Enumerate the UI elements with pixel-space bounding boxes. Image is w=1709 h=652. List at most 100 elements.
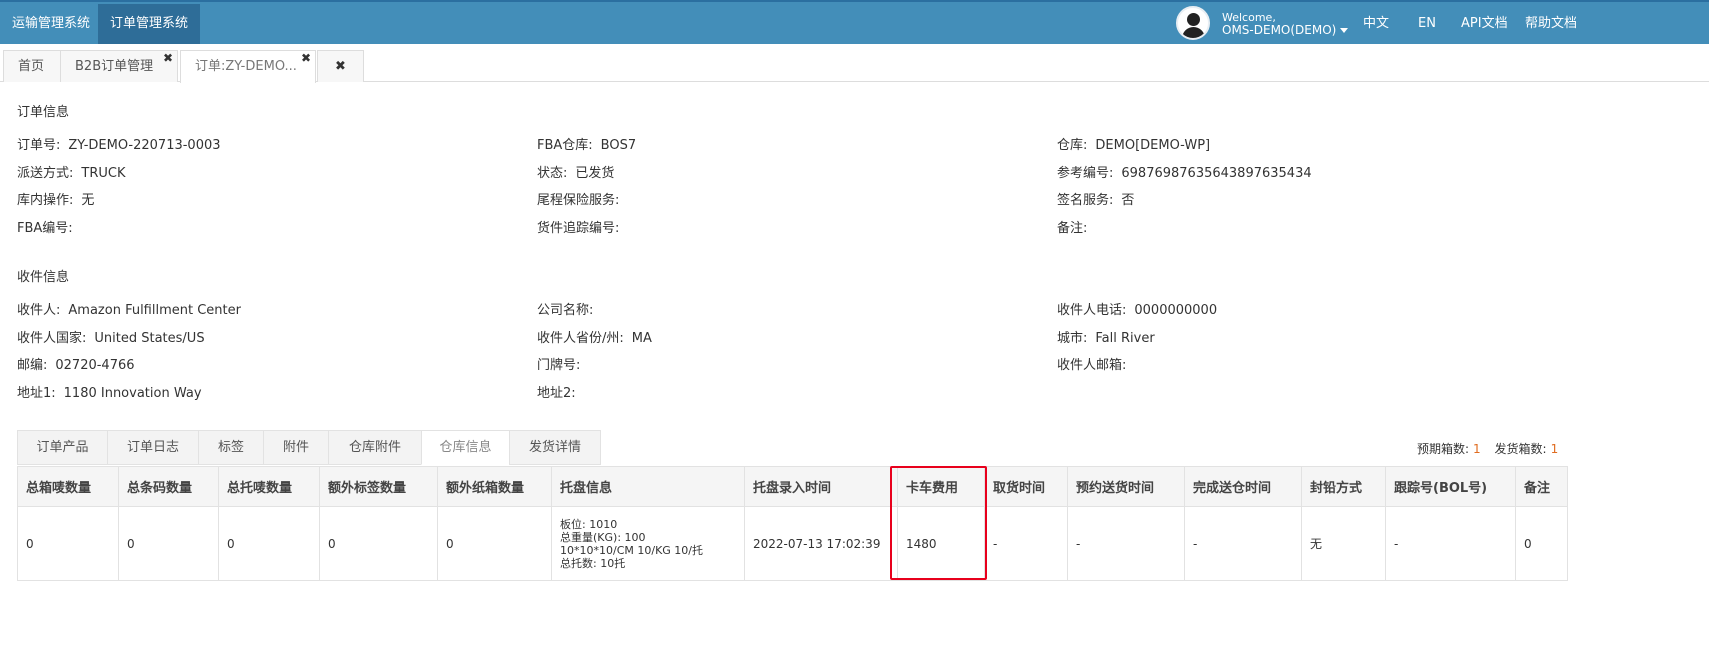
col-seal-method: 封铅方式 xyxy=(1301,466,1386,507)
nav-transport-system[interactable]: 运输管理系统 xyxy=(0,4,102,44)
field-receiver-phone: 收件人电话: 0000000000 xyxy=(1057,299,1217,318)
table-row: 0 0 0 0 0 板位: 1010 总重量(KG): 100 10*10*10… xyxy=(17,506,1568,581)
field-label: 门牌号: xyxy=(537,358,581,373)
field-house-number: 门牌号: xyxy=(537,354,588,373)
box-counts: 预期箱数: 1 发货箱数: 1 xyxy=(1417,440,1558,457)
close-icon[interactable]: ✖ xyxy=(163,42,173,74)
field-receiver-email: 收件人邮箱: xyxy=(1057,354,1134,373)
tab-labels[interactable]: 标签 xyxy=(198,430,264,465)
field-value: MA xyxy=(631,331,652,346)
field-value: 1180 Innovation Way xyxy=(63,386,202,401)
field-signature-service: 签名服务: 否 xyxy=(1057,189,1134,208)
field-value: Amazon Fulfillment Center xyxy=(68,303,241,318)
warehouse-info-table: 总箱唛数量 总条码数量 总托唛数量 额外标签数量 额外纸箱数量 托盘信息 托盘录… xyxy=(17,466,1568,581)
order-info-title: 订单信息 xyxy=(17,105,70,120)
field-label: 收件人国家: xyxy=(17,331,87,346)
field-label: 收件人电话: xyxy=(1057,303,1127,318)
lang-en-link[interactable]: EN xyxy=(1418,4,1436,44)
col-pallet-info: 托盘信息 xyxy=(551,466,745,507)
tab-order-detail-label: 订单:ZY-DEMO... xyxy=(195,59,297,74)
pallet-total-weight: 总重量(KG): 100 xyxy=(560,530,646,544)
col-pickup-time: 取货时间 xyxy=(984,466,1068,507)
field-reference-number: 参考编号: 69876987635643897635434 xyxy=(1057,162,1312,181)
field-last-mile-insurance: 尾程保险服务: xyxy=(537,189,627,208)
field-remark: 备注: xyxy=(1057,217,1095,236)
nav-order-system[interactable]: 订单管理系统 xyxy=(98,4,201,44)
tab-attachments[interactable]: 附件 xyxy=(263,430,329,465)
cell-total-box-marks: 0 xyxy=(17,506,119,581)
cell-extra-cartons: 0 xyxy=(437,506,552,581)
shipped-boxes-value: 1 xyxy=(1550,442,1559,456)
field-label: FBA编号: xyxy=(17,221,73,236)
field-value: 无 xyxy=(81,193,95,208)
api-doc-link[interactable]: API文档 xyxy=(1461,4,1508,44)
close-icon: ✖ xyxy=(335,59,346,74)
tab-order-products[interactable]: 订单产品 xyxy=(17,430,108,465)
field-label: 货件追踪编号: xyxy=(537,221,620,236)
field-value: BOS7 xyxy=(600,138,637,153)
field-label: 库内操作: xyxy=(17,193,74,208)
pallet-position: 板位: 1010 xyxy=(560,517,618,531)
tab-b2b-orders[interactable]: B2B订单管理 ✖ xyxy=(60,50,178,82)
col-pallet-entry-time: 托盘录入时间 xyxy=(744,466,898,507)
field-label: 尾程保险服务: xyxy=(537,193,620,208)
table-header-row: 总箱唛数量 总条码数量 总托唛数量 额外标签数量 额外纸箱数量 托盘信息 托盘录… xyxy=(17,466,1568,507)
pallet-total-count: 总托数: 10托 xyxy=(560,556,626,570)
tab-home[interactable]: 首页 xyxy=(3,50,61,82)
welcome-text: Welcome, OMS-DEMO(DEMO) xyxy=(1222,11,1349,37)
col-extra-labels: 额外标签数量 xyxy=(319,466,438,507)
cell-tracking-bol: - xyxy=(1385,506,1516,581)
page-tab-bar: 首页 B2B订单管理 ✖ 订单:ZY-DEMO... ✖ ✖ xyxy=(0,44,1709,83)
field-value: TRUCK xyxy=(81,166,126,181)
field-label: 收件人: xyxy=(17,303,61,318)
help-doc-link[interactable]: 帮助文档 xyxy=(1525,4,1577,44)
tab-warehouse-attachments[interactable]: 仓库附件 xyxy=(328,430,422,465)
field-value: Fall River xyxy=(1095,331,1155,346)
field-address-1: 地址1: 1180 Innovation Way xyxy=(17,382,202,401)
col-total-pallet-marks: 总托唛数量 xyxy=(218,466,320,507)
field-label: 收件人邮箱: xyxy=(1057,358,1127,373)
top-navbar: 运输管理系统 订单管理系统 Welcome, OMS-DEMO(DEMO) 中文… xyxy=(0,0,1709,44)
field-label: 订单号: xyxy=(17,138,61,153)
field-receiver: 收件人: Amazon Fulfillment Center xyxy=(17,299,241,318)
field-label: 收件人省份/州: xyxy=(537,331,624,346)
cell-extra-labels: 0 xyxy=(319,506,438,581)
tab-shipping-details[interactable]: 发货详情 xyxy=(509,430,601,465)
tab-order-detail[interactable]: 订单:ZY-DEMO... ✖ xyxy=(180,50,316,83)
field-value: 69876987635643897635434 xyxy=(1121,166,1312,181)
col-total-box-marks: 总箱唛数量 xyxy=(17,466,119,507)
field-company-name: 公司名称: xyxy=(537,299,601,318)
field-label: 参考编号: xyxy=(1057,166,1114,181)
field-warehouse: 仓库: DEMO[DEMO-WP] xyxy=(1057,134,1210,153)
cell-completed-delivery: - xyxy=(1184,506,1302,581)
tab-warehouse-info[interactable]: 仓库信息 xyxy=(421,430,510,465)
field-receiver-state: 收件人省份/州: MA xyxy=(537,327,652,346)
col-tracking-bol: 跟踪号(BOL号) xyxy=(1385,466,1516,507)
close-all-tabs-button[interactable]: ✖ xyxy=(317,50,364,82)
field-label: 状态: xyxy=(537,166,568,181)
field-label: 签名服务: xyxy=(1057,193,1114,208)
tab-order-log[interactable]: 订单日志 xyxy=(107,430,199,465)
cell-pickup-time: - xyxy=(984,506,1068,581)
username: OMS-DEMO(DEMO) xyxy=(1222,23,1337,37)
col-scheduled-delivery: 预约送货时间 xyxy=(1067,466,1185,507)
field-label: 地址1: xyxy=(17,386,56,401)
field-warehouse-operation: 库内操作: 无 xyxy=(17,189,94,208)
field-value: 否 xyxy=(1121,193,1135,208)
close-icon[interactable]: ✖ xyxy=(301,42,311,74)
cell-scheduled-delivery: - xyxy=(1067,506,1185,581)
field-value: 0000000000 xyxy=(1134,303,1218,318)
col-remark: 备注 xyxy=(1515,466,1568,507)
field-postcode: 邮编: 02720-4766 xyxy=(17,354,135,373)
field-value: 已发货 xyxy=(575,166,615,181)
field-label: 仓库: xyxy=(1057,138,1088,153)
col-completed-delivery: 完成送仓时间 xyxy=(1184,466,1302,507)
field-address-2: 地址2: xyxy=(537,382,584,401)
cell-pallet-info: 板位: 1010 总重量(KG): 100 10*10*10/CM 10/KG … xyxy=(551,506,745,581)
col-extra-cartons: 额外纸箱数量 xyxy=(437,466,552,507)
field-label: 邮编: xyxy=(17,358,48,373)
field-label: 备注: xyxy=(1057,221,1088,236)
lang-zh-link[interactable]: 中文 xyxy=(1363,4,1389,44)
tab-home-label: 首页 xyxy=(18,59,45,74)
field-value: ZY-DEMO-220713-0003 xyxy=(68,138,221,153)
